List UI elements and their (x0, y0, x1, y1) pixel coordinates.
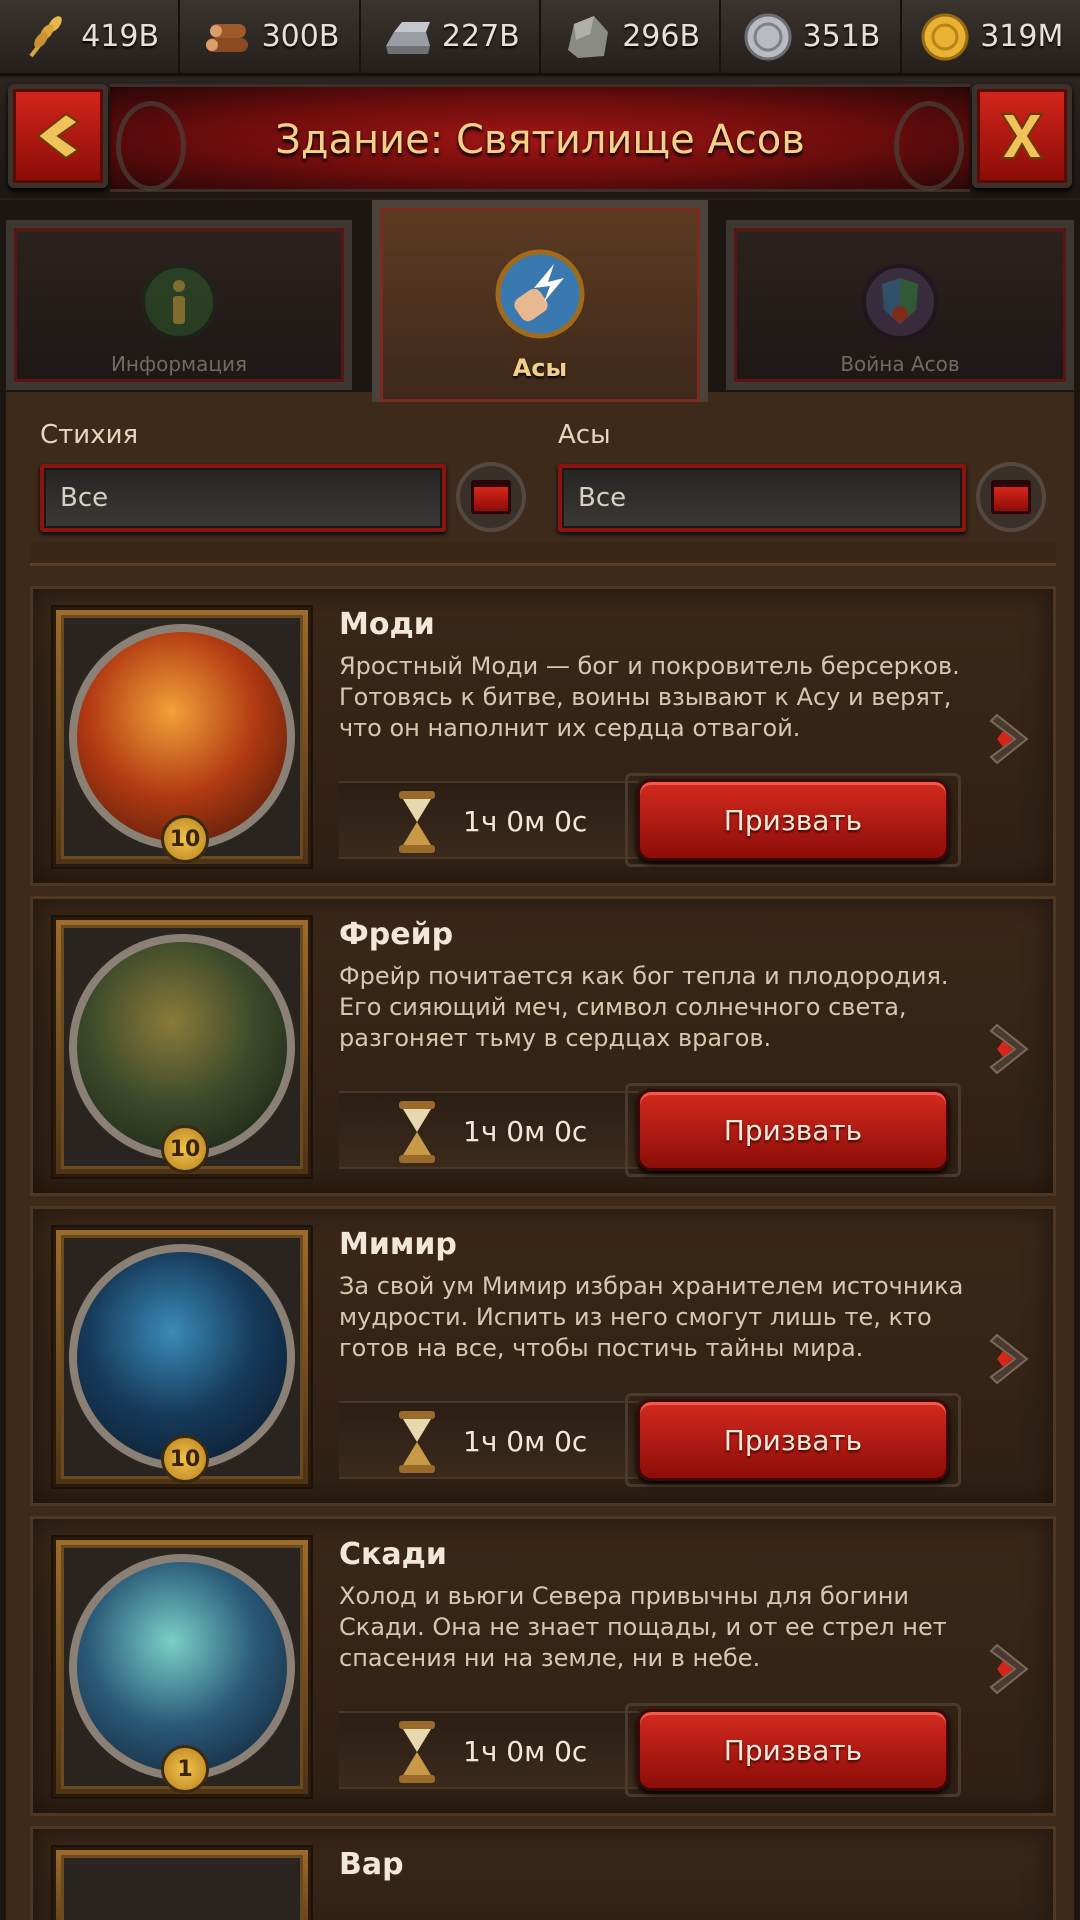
resource-wood[interactable]: 300B (180, 0, 361, 73)
level-badge: 10 (161, 1435, 209, 1483)
god-name: Фрейр (339, 917, 454, 952)
summon-timer: 1ч 0м 0с (339, 781, 639, 859)
page-title: Здание: Святилище Асов (275, 117, 805, 163)
back-button[interactable] (8, 84, 108, 188)
resource-silver[interactable]: 351B (721, 0, 902, 73)
hourglass-icon (399, 791, 435, 853)
element-filter-label: Стихия (40, 420, 139, 450)
god-card: 10 Моди Яростный Моди — бог и покровител… (30, 586, 1056, 886)
tab-info[interactable]: Информация (6, 220, 352, 390)
resource-wheat[interactable]: 419B (0, 0, 181, 73)
resource-stone[interactable]: 296B (541, 0, 722, 73)
gods-filter-label: Асы (558, 420, 611, 450)
level-badge: 1 (161, 1745, 209, 1793)
god-card: 10 Мимир За свой ум Мимир избран храните… (30, 1206, 1056, 1506)
element-filter-button[interactable] (456, 462, 526, 532)
resource-value: 300B (261, 19, 340, 54)
summon-time: 1ч 0м 0с (463, 805, 588, 838)
iron-ingot-icon (385, 21, 430, 54)
level-badge: 10 (161, 1125, 209, 1173)
god-description: Холод и вьюги Севера привычны для богини… (339, 1582, 947, 1672)
summon-time: 1ч 0м 0с (463, 1735, 588, 1768)
hourglass-icon (399, 1721, 435, 1783)
details-arrow-icon[interactable] (989, 1639, 1033, 1699)
god-description: Яростный Моди — бог и покровитель берсер… (339, 652, 960, 742)
fist-lightning-icon (495, 249, 585, 339)
title-band: Здание: Святилище Асов (110, 84, 970, 192)
tab-gods[interactable]: Асы (372, 200, 708, 410)
details-arrow-icon[interactable] (989, 1329, 1033, 1389)
dropdown-icon (471, 480, 511, 514)
tab-label: Асы (512, 354, 568, 382)
summon-timer: 1ч 0м 0с (339, 1401, 639, 1479)
wheat-icon (29, 15, 63, 57)
god-description: Фрейр почитается как бог тепла и плодоро… (339, 962, 949, 1052)
god-name: Мимир (339, 1227, 457, 1262)
resource-bar: 419B 300B 227B 296B 351B 319M (0, 0, 1080, 76)
god-card: 1 Скади Холод и вьюги Севера привычны дл… (30, 1516, 1056, 1816)
resource-value: 296B (622, 19, 701, 54)
dropdown-icon (991, 480, 1031, 514)
resource-value: 351B (802, 19, 881, 54)
resource-value: 419B (81, 19, 160, 54)
summon-button[interactable]: Призвать (637, 1709, 949, 1791)
resource-value: 227B (441, 19, 520, 54)
tab-gods-war[interactable]: Война Асов (726, 220, 1074, 390)
details-arrow-icon[interactable] (989, 1019, 1033, 1079)
summon-button[interactable]: Призвать (637, 779, 949, 861)
filters: Стихия Все Асы Все (18, 402, 1062, 542)
info-icon (141, 264, 217, 340)
god-name: Вар (339, 1847, 404, 1882)
portrait-frame[interactable] (53, 1847, 311, 1920)
summon-time: 1ч 0м 0с (463, 1115, 588, 1148)
god-name: Скади (339, 1537, 447, 1572)
stone-icon (568, 15, 609, 58)
summon-button[interactable]: Призвать (637, 1089, 949, 1171)
gods-filter-select[interactable]: Все (558, 464, 966, 532)
silver-coin-icon (744, 13, 792, 60)
portrait-background (61, 1855, 303, 1920)
tab-label: Война Асов (840, 352, 960, 376)
resource-gold[interactable]: 319M (902, 0, 1080, 73)
god-card-partial: Вар (30, 1826, 1056, 1920)
wood-icon (205, 23, 248, 52)
tab-bar: Информация Асы Война Асов (0, 200, 1080, 410)
close-icon (1000, 113, 1044, 159)
gold-coin-icon (921, 13, 969, 60)
gods-filter-value: Все (562, 468, 962, 528)
resource-iron[interactable]: 227B (361, 0, 541, 73)
hourglass-icon (399, 1411, 435, 1473)
details-arrow-icon[interactable] (989, 709, 1033, 769)
header: Здание: Святилище Асов (0, 78, 1080, 198)
gods-filter-button[interactable] (976, 462, 1046, 532)
war-shield-icon (862, 264, 938, 340)
summon-timer: 1ч 0м 0с (339, 1091, 639, 1169)
summon-button[interactable]: Призвать (637, 1399, 949, 1481)
god-name: Моди (339, 607, 435, 642)
element-filter-select[interactable]: Все (40, 464, 446, 532)
close-button[interactable] (972, 84, 1072, 188)
content-panel: Стихия Все Асы Все 10 Моди Яростный Моди… (0, 392, 1080, 1920)
element-filter-value: Все (44, 468, 442, 528)
resource-value: 319M (980, 19, 1064, 54)
summon-time: 1ч 0м 0с (463, 1425, 588, 1458)
chevron-left-icon (36, 112, 80, 160)
god-description: За свой ум Мимир избран хранителем источ… (339, 1272, 964, 1362)
hourglass-icon (399, 1101, 435, 1163)
god-card: 10 Фрейр Фрейр почитается как бог тепла … (30, 896, 1056, 1196)
tab-label: Информация (110, 352, 248, 376)
summon-timer: 1ч 0м 0с (339, 1711, 639, 1789)
level-badge: 10 (161, 815, 209, 863)
